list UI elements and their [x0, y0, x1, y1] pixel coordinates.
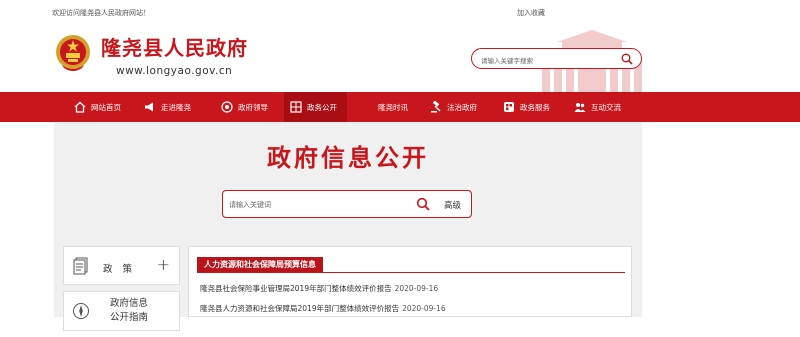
header-search-input[interactable]: 请输入关键字搜索 [481, 55, 533, 65]
grid-icon [290, 101, 302, 113]
service-icon [504, 102, 514, 112]
info-search-input[interactable]: 请输入关键词 [229, 200, 271, 210]
main-content-area: 政府信息公开 请输入关键词 高级 政策 + 政府信息 公开指南 人力资源和社会保… [54, 122, 642, 331]
expand-plus-icon[interactable]: + [157, 255, 170, 274]
top-bar: 欢迎访问隆尧县人民政府网站！ 加入收藏 [0, 0, 800, 26]
search-icon[interactable] [416, 197, 430, 211]
sidebar-item-label-line1: 政府信息 [110, 298, 149, 309]
section-title[interactable]: 人力资源和社会保障局预算信息 [197, 257, 323, 272]
sidebar: 政策 + 政府信息公开指南 [63, 246, 180, 337]
megaphone-icon [145, 102, 153, 112]
main-nav: 网站首页 走进隆尧 政府领导 政务公开 隆尧时讯 法治政府 政务服务 互动交流 [0, 92, 800, 122]
nav-item-label: 隆尧时讯 [378, 102, 408, 112]
article-link[interactable]: 隆尧县人力资源和社会保障局2019年部门整体绩效评价报告 2020-09-16 [200, 303, 446, 314]
search-icon[interactable] [621, 53, 633, 65]
sidebar-item-policy[interactable]: 政策 + [63, 246, 180, 285]
article-date: 2020-09-16 [402, 304, 446, 313]
document-icon [73, 257, 88, 275]
target-icon [221, 101, 233, 113]
nav-item-service[interactable]: 政务服务 [503, 92, 550, 122]
nav-item-label: 互动交流 [591, 102, 621, 112]
site-url: www.longyao.gov.cn [116, 65, 233, 77]
site-header: 隆尧县人民政府 www.longyao.gov.cn 请输入关键字搜索 [0, 26, 800, 92]
sidebar-item-label-line2: 公开指南 [110, 312, 149, 323]
compass-icon [73, 303, 89, 319]
advanced-search-button[interactable]: 高级 [444, 199, 461, 211]
article-link[interactable]: 隆尧县社会保险事业管理局2019年部门整体绩效评价报告 2020-09-16 [200, 283, 438, 294]
people-icon [574, 103, 586, 112]
article-title: 隆尧县人力资源和社会保障局2019年部门整体绩效评价报告 [200, 304, 400, 313]
site-title[interactable]: 隆尧县人民政府 [101, 32, 248, 61]
page-title: 政府信息公开 [267, 144, 429, 172]
home-icon [74, 101, 86, 113]
nav-item-label: 政务公开 [307, 102, 337, 112]
header-search-box[interactable]: 请输入关键字搜索 [471, 48, 642, 69]
nav-item-gov-info[interactable]: 政务公开 [284, 92, 347, 122]
sidebar-item-label: 政策 [103, 264, 143, 275]
nav-item-label: 政务服务 [520, 102, 550, 112]
section-divider [197, 272, 625, 273]
article-panel: 人力资源和社会保障局预算信息 隆尧县社会保险事业管理局2019年部门整体绩效评价… [188, 246, 632, 317]
nav-item-news[interactable]: 隆尧时讯 [361, 92, 408, 122]
article-date: 2020-09-16 [394, 284, 439, 293]
gavel-icon [431, 101, 441, 113]
add-favorite-link[interactable]: 加入收藏 [517, 8, 545, 18]
sidebar-item-label: 政府信息 公开指南 [110, 297, 148, 325]
info-search-box[interactable]: 请输入关键词 高级 [222, 190, 472, 218]
nav-item-label: 法治政府 [447, 102, 477, 112]
nav-item-home[interactable]: 网站首页 [74, 92, 121, 122]
nav-item-about[interactable]: 走进隆尧 [144, 92, 191, 122]
sidebar-item-guide[interactable]: 政府信息 公开指南 [63, 291, 180, 331]
nav-item-label: 网站首页 [91, 102, 121, 112]
article-title: 隆尧县社会保险事业管理局2019年部门整体绩效评价报告 [200, 284, 392, 293]
news-icon [362, 103, 372, 111]
nav-item-label: 走进隆尧 [161, 102, 191, 112]
nav-item-interaction[interactable]: 互动交流 [574, 92, 621, 122]
nav-item-label: 政府领导 [238, 102, 268, 112]
nav-item-law[interactable]: 法治政府 [430, 92, 477, 122]
national-emblem-icon [56, 35, 90, 71]
nav-item-leaders[interactable]: 政府领导 [221, 92, 268, 122]
welcome-text: 欢迎访问隆尧县人民政府网站！ [52, 9, 150, 17]
